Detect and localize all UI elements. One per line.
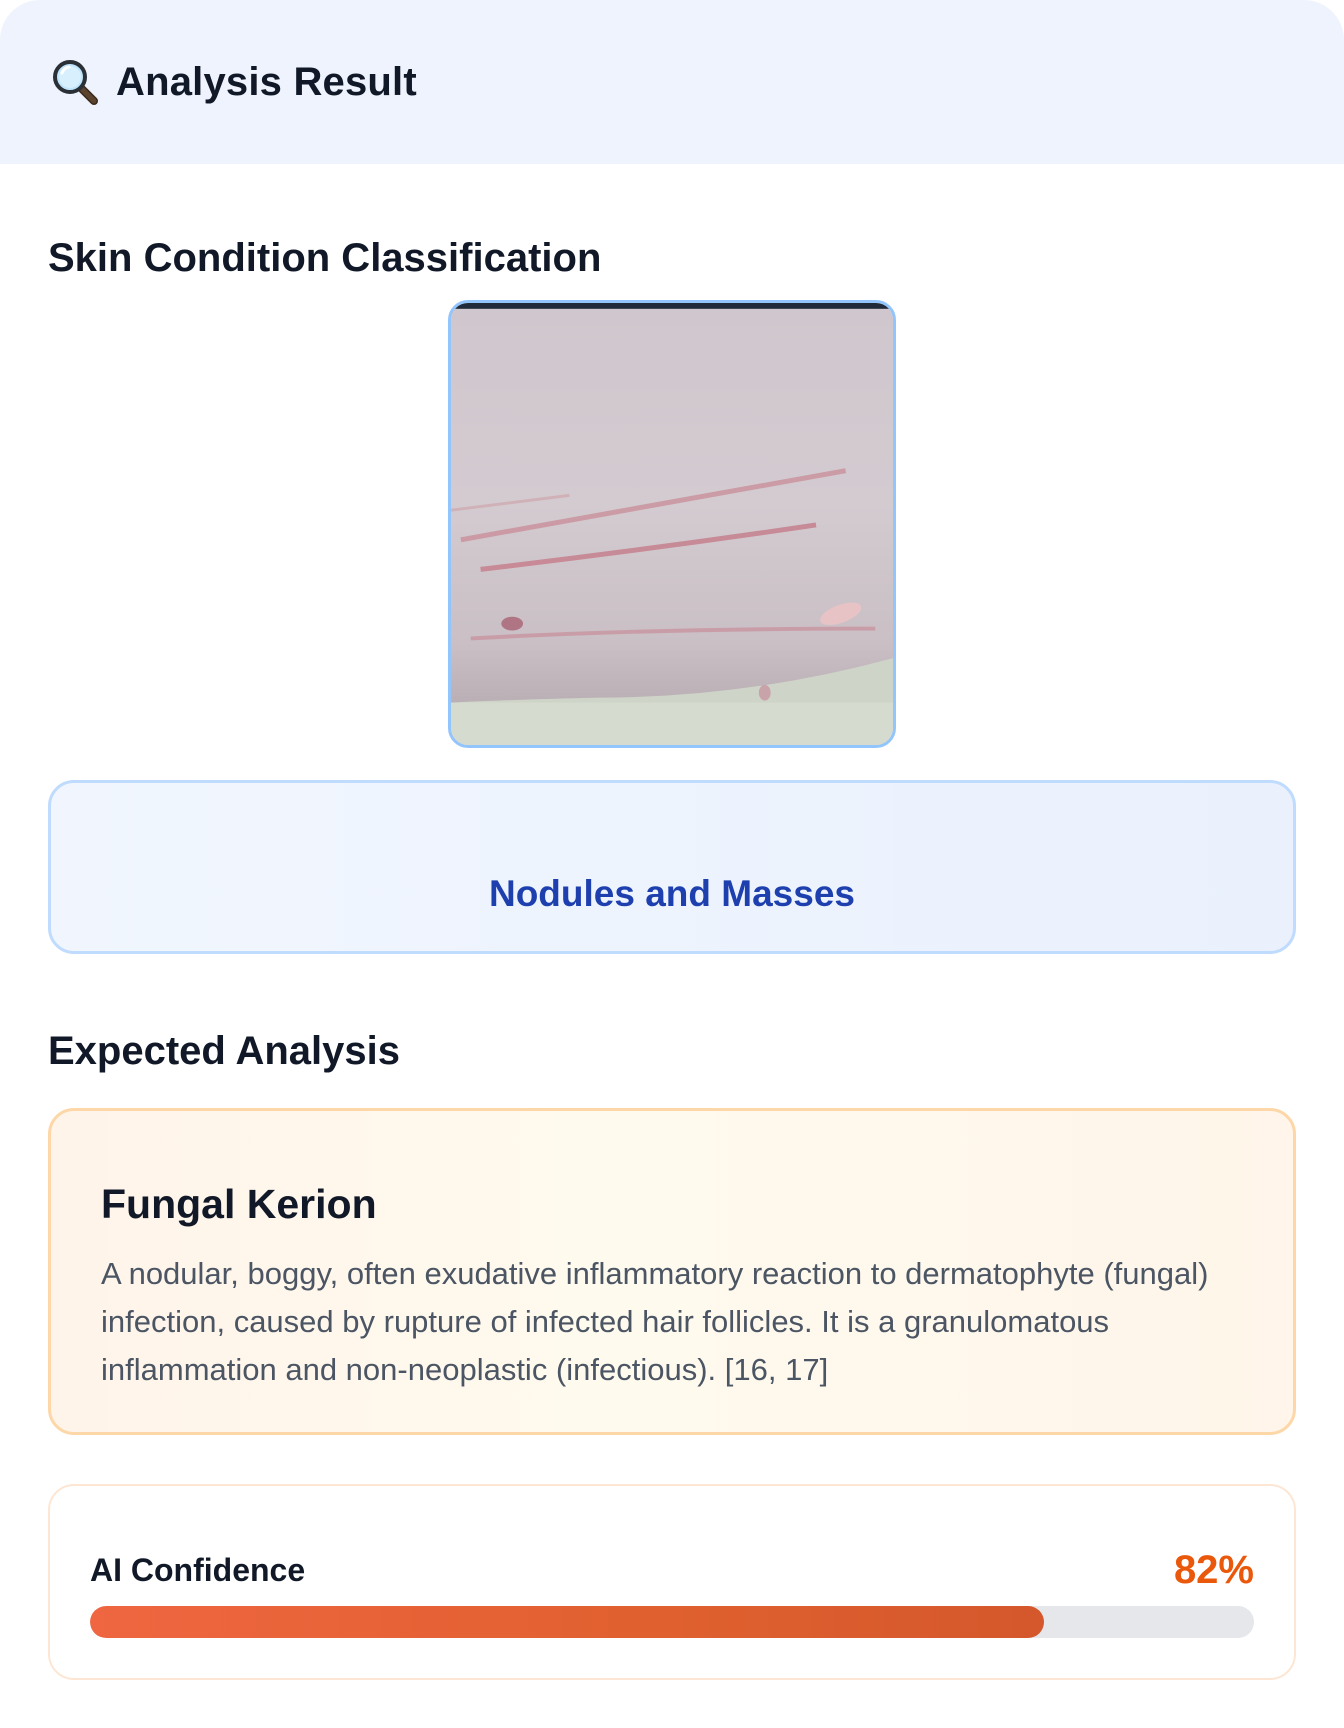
analysis-card: Fungal Kerion A nodular, boggy, often ex…: [48, 1108, 1296, 1435]
skin-photo: [448, 300, 896, 748]
confidence-progress-track: [90, 1606, 1254, 1638]
confidence-label: AI Confidence: [90, 1552, 306, 1588]
confidence-value: 82%: [1173, 1548, 1254, 1592]
condition-description: A nodular, boggy, often exudative inflam…: [101, 1256, 1209, 1387]
result-header: Analysis Result: [0, 0, 1344, 164]
classification-label: Nodules and Masses: [488, 873, 855, 914]
analysis-result-card: Analysis Result Skin Condition Classific…: [0, 0, 1344, 1728]
magnifier-icon: [53, 60, 98, 105]
classification-result-box: Nodules and Masses: [48, 780, 1296, 954]
page-title: Analysis Result: [116, 59, 417, 104]
confidence-progress-fill: [90, 1606, 1045, 1638]
confidence-card: AI Confidence 82%: [48, 1484, 1296, 1680]
analysis-section-title: Expected Analysis: [48, 1029, 401, 1073]
condition-title: Fungal Kerion: [101, 1181, 377, 1227]
classification-section-title: Skin Condition Classification: [48, 236, 602, 280]
